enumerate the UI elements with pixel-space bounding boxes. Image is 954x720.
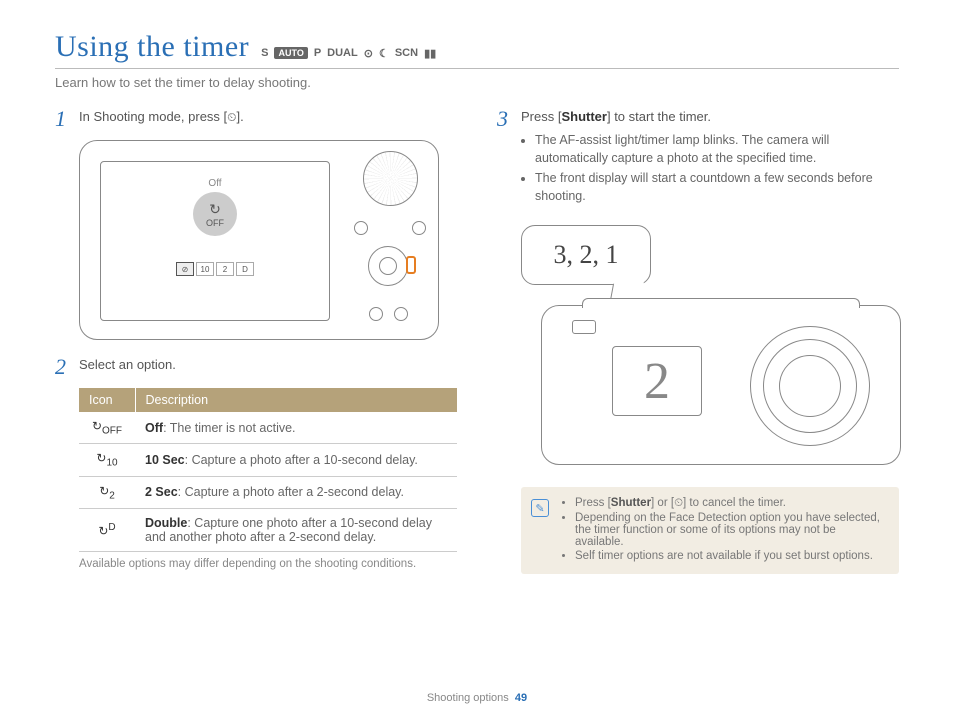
step-1: 1 In Shooting mode, press [⏲]. bbox=[55, 108, 457, 130]
note-timer-icon: ⏲ bbox=[674, 497, 683, 509]
camera-screen: Off ↻ OFF ⊘ 10 2 D bbox=[100, 161, 330, 321]
note-box: ✎ Press [Shutter] or [⏲] to cancel the t… bbox=[521, 487, 899, 574]
note-shutter: Shutter bbox=[611, 497, 651, 509]
step-1-text-post: ]. bbox=[237, 109, 244, 124]
footer-section: Shooting options bbox=[427, 692, 509, 704]
row-icon-2s: ↻2 bbox=[79, 476, 135, 508]
th-desc: Description bbox=[135, 388, 457, 412]
step-2-body: Select an option. bbox=[79, 356, 457, 378]
small-button-2 bbox=[412, 221, 426, 235]
step-1-text-pre: In Shooting mode, press [ bbox=[79, 109, 227, 124]
note-text: ] or [ bbox=[651, 497, 674, 509]
mode-smart-icon: S bbox=[261, 47, 268, 59]
step-3-bullet: The front display will start a countdown… bbox=[535, 169, 899, 205]
row-desc: 2 Sec: Capture a photo after a 2-second … bbox=[135, 476, 457, 508]
right-key-highlight bbox=[406, 256, 416, 274]
screen-off-label: Off bbox=[208, 178, 221, 189]
note-item: Depending on the Face Detection option y… bbox=[575, 512, 887, 548]
options-footnote: Available options may differ depending o… bbox=[79, 558, 457, 570]
option-10s-icon: 10 bbox=[196, 262, 214, 276]
step-3-text-post: ] to start the timer. bbox=[607, 109, 711, 124]
lens-icon bbox=[750, 326, 870, 446]
option-2s-icon: 2 bbox=[216, 262, 234, 276]
camera-front-illustration: 3, 2, 1 2 bbox=[521, 225, 899, 475]
screen-off-icon-text: OFF bbox=[206, 218, 224, 228]
page-title: Using the timer bbox=[55, 30, 249, 64]
mode-auto-icon: AUTO bbox=[274, 47, 307, 59]
table-row: ↻10 10 Sec: Capture a photo after a 10-s… bbox=[79, 444, 457, 476]
mode-icon-row: S AUTO P DUAL ⊙ ☾ SCN ▮▮ bbox=[261, 47, 436, 60]
small-button-1 bbox=[354, 221, 368, 235]
step-1-number: 1 bbox=[55, 108, 69, 130]
note-icon: ✎ bbox=[531, 499, 549, 517]
page-footer: Shooting options 49 bbox=[0, 692, 954, 704]
mode-dual-icon: DUAL bbox=[327, 47, 358, 59]
note-item: Press [Shutter] or [⏲] to cancel the tim… bbox=[575, 497, 887, 510]
row-desc: 10 Sec: Capture a photo after a 10-secon… bbox=[135, 444, 457, 476]
row-icon-off: ↻OFF bbox=[79, 412, 135, 444]
step-3-body: Press [Shutter] to start the timer. The … bbox=[521, 108, 899, 207]
step-3-number: 3 bbox=[497, 108, 511, 207]
step-1-body: In Shooting mode, press [⏲]. bbox=[79, 108, 457, 130]
mode-night-icon: ☾ bbox=[379, 47, 389, 60]
row-desc: Double: Capture one photo after a 10-sec… bbox=[135, 509, 457, 552]
option-off-icon: ⊘ bbox=[176, 262, 194, 276]
screen-option-row: ⊘ 10 2 D bbox=[176, 262, 254, 276]
countdown-bubble: 3, 2, 1 bbox=[521, 225, 651, 285]
shutter-label: Shutter bbox=[561, 109, 607, 124]
table-row: ↻2 2 Sec: Capture a photo after a 2-seco… bbox=[79, 476, 457, 508]
left-column: 1 In Shooting mode, press [⏲]. Off ↻ OFF… bbox=[55, 108, 457, 574]
mode-beauty-icon: ⊙ bbox=[364, 47, 373, 60]
camera-top-bar bbox=[582, 298, 860, 308]
front-display: 2 bbox=[612, 346, 702, 416]
step-3-bullet: The AF-assist light/timer lamp blinks. T… bbox=[535, 131, 899, 167]
small-button-3 bbox=[369, 307, 383, 321]
step-3-text-pre: Press [ bbox=[521, 109, 561, 124]
th-icon: Icon bbox=[79, 388, 135, 412]
row-icon-10s: ↻10 bbox=[79, 444, 135, 476]
mode-movie-icon: ▮▮ bbox=[424, 47, 436, 60]
option-double-icon: D bbox=[236, 262, 254, 276]
mode-dial bbox=[363, 151, 418, 206]
right-column: 3 Press [Shutter] to start the timer. Th… bbox=[497, 108, 899, 574]
screen-timer-off-icon: ↻ OFF bbox=[193, 192, 237, 236]
step-2: 2 Select an option. bbox=[55, 356, 457, 378]
note-text: Press [ bbox=[575, 497, 611, 509]
step-2-number: 2 bbox=[55, 356, 69, 378]
dpad bbox=[368, 246, 408, 286]
note-item: Self timer options are not available if … bbox=[575, 550, 887, 562]
mode-program-icon: P bbox=[314, 47, 321, 59]
options-table: Icon Description ↻OFF Off: The timer is … bbox=[79, 388, 457, 552]
intro-text: Learn how to set the timer to delay shoo… bbox=[55, 75, 899, 90]
row-desc: Off: The timer is not active. bbox=[135, 412, 457, 444]
row-icon-double: ↻D bbox=[79, 509, 135, 552]
small-button-4 bbox=[394, 307, 408, 321]
camera-back-illustration: Off ↻ OFF ⊘ 10 2 D bbox=[79, 140, 457, 340]
mode-scene-icon: SCN bbox=[395, 47, 418, 59]
step-3: 3 Press [Shutter] to start the timer. Th… bbox=[497, 108, 899, 207]
note-text: ] to cancel the timer. bbox=[683, 497, 786, 509]
flash-icon bbox=[572, 320, 596, 334]
table-row: ↻D Double: Capture one photo after a 10-… bbox=[79, 509, 457, 552]
footer-page-number: 49 bbox=[515, 692, 527, 704]
table-row: ↻OFF Off: The timer is not active. bbox=[79, 412, 457, 444]
timer-button-icon: ⏲ bbox=[227, 110, 236, 124]
title-divider bbox=[55, 68, 899, 69]
